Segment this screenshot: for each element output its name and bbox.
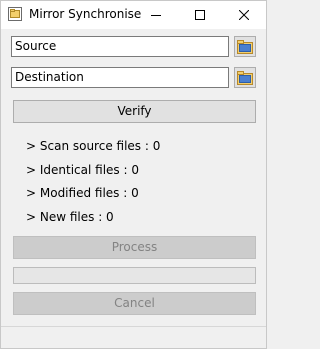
destination-field[interactable]: Destination xyxy=(11,67,229,88)
minimize-icon xyxy=(151,15,161,16)
folder-open-icon xyxy=(237,39,253,54)
browse-source-button[interactable] xyxy=(234,36,256,57)
identical-files-stat: > Identical files : 0 xyxy=(26,163,139,177)
scan-source-files-stat: > Scan source files : 0 xyxy=(26,139,161,153)
status-bar xyxy=(1,326,266,348)
maximize-icon xyxy=(195,10,205,20)
close-icon xyxy=(239,10,249,20)
folder-open-icon xyxy=(237,70,253,85)
browse-destination-button[interactable] xyxy=(234,67,256,88)
progress-bar xyxy=(13,267,256,284)
close-button[interactable] xyxy=(222,1,266,29)
window-title: Mirror Synchronise xyxy=(29,7,142,21)
process-button[interactable]: Process xyxy=(13,236,256,259)
maximize-button[interactable] xyxy=(178,1,222,29)
new-files-stat: > New files : 0 xyxy=(26,210,114,224)
minimize-button[interactable] xyxy=(134,1,178,29)
mirror-synchronise-window: Mirror Synchronise Source Destination Ve… xyxy=(0,0,267,349)
cancel-button[interactable]: Cancel xyxy=(13,292,256,315)
source-field[interactable]: Source xyxy=(11,36,229,57)
verify-button[interactable]: Verify xyxy=(13,100,256,123)
modified-files-stat: > Modified files : 0 xyxy=(26,186,139,200)
title-bar[interactable]: Mirror Synchronise xyxy=(1,1,266,29)
folder-sync-icon xyxy=(7,6,23,22)
